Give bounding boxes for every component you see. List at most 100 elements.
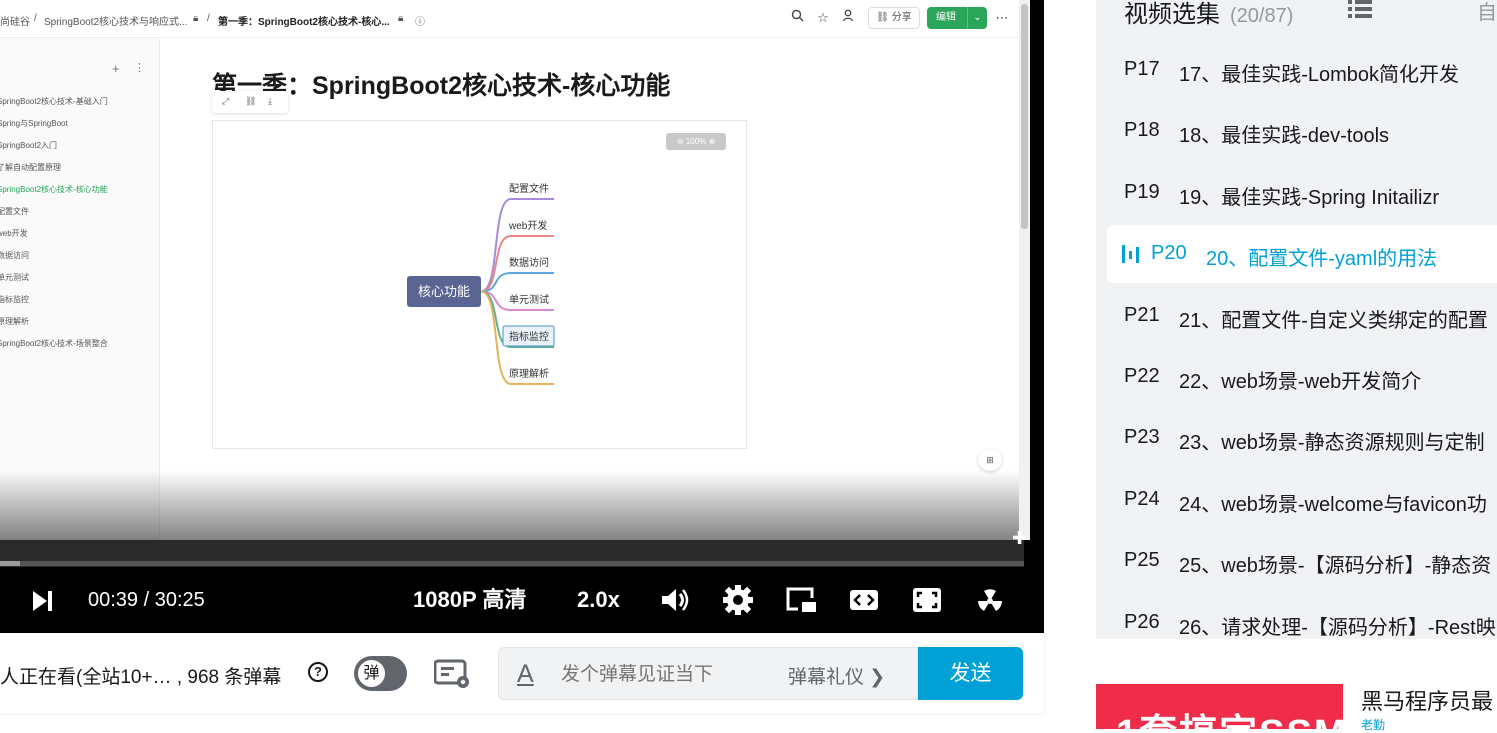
mindmap-root-label: 核心功能 <box>418 284 470 299</box>
danmaku-settings-icon[interactable] <box>434 658 472 690</box>
sidebar-item[interactable]: SpringBoot2入门 <box>0 140 57 151</box>
doc-scrollbar[interactable] <box>1019 0 1030 540</box>
sidebar-item[interactable]: SpringBoot2核心技术-基础入门 <box>0 96 108 107</box>
breadcrumb-current: 第一季：SpringBoot2核心技术-核心... <box>218 17 390 28</box>
danmaku-toggle-knob: 弹 <box>356 658 387 689</box>
sidebar-item[interactable]: SpringBoot2核心技术-核心功能 <box>0 184 108 195</box>
sidebar-item[interactable]: SpringBoot2核心技术-场景整合 <box>0 338 108 349</box>
autoplay-label[interactable]: 自 <box>1477 0 1497 25</box>
sidebar-item[interactable]: 原理解析 <box>0 316 29 327</box>
danmaku-toggle[interactable]: 弹 <box>354 656 407 691</box>
volume-icon[interactable] <box>659 584 691 616</box>
breadcrumb-separator: / <box>207 13 210 24</box>
help-icon[interactable]: ? <box>308 662 328 682</box>
control-bar: 00:39 / 30:25 1080P 高清 2.0x <box>0 567 1044 633</box>
link-icon: ⛓︎ <box>876 12 892 23</box>
mindmap-branch-label[interactable]: 数据访问 <box>509 256 549 269</box>
episode-number: P20 <box>1151 242 1187 265</box>
episode-number: P21 <box>1124 303 1160 326</box>
mindmap-branch-label[interactable]: 指标监控 <box>509 330 549 343</box>
episode-number: P25 <box>1124 549 1160 572</box>
edit-button[interactable]: 编辑 ⌄ <box>927 7 987 29</box>
time-display: 00:39 / 30:25 <box>88 567 205 633</box>
font-style-icon[interactable]: A <box>517 660 534 689</box>
list-view-icon[interactable] <box>1348 0 1372 18</box>
sidebar-item[interactable]: web开发 <box>0 228 28 239</box>
sidebar-item[interactable]: Spring与SpringBoot <box>0 118 68 129</box>
plus-icon[interactable]: + <box>112 61 120 76</box>
download-icon[interactable]: ⤓ <box>268 96 272 107</box>
episode-item[interactable]: P23 23、web场景-静态资源规则与定制 <box>1096 409 1497 467</box>
settings-gear-icon[interactable] <box>722 584 754 616</box>
episode-item[interactable]: P26 26、请求处理-【源码分析】-Rest映 <box>1096 594 1497 639</box>
quality-selector[interactable]: 1080P 高清 <box>413 567 526 633</box>
episode-item[interactable]: P21 21、配置文件-自定义类绑定的配置 <box>1096 287 1497 345</box>
recommend-title[interactable]: 黑马程序员最 <box>1361 684 1493 716</box>
episode-title: 22、web场景-web开发简介 <box>1179 371 1422 393</box>
sidebar-item[interactable]: 配置文件 <box>0 206 29 217</box>
time-separator: / <box>143 589 150 611</box>
outline-toggle-icon[interactable]: ⊞ <box>978 449 1002 471</box>
progress-bar[interactable] <box>0 561 1024 566</box>
scrollbar-thumb[interactable] <box>1021 4 1028 229</box>
episode-item[interactable]: P25 25、web场景-【源码分析】-静态资 <box>1096 532 1497 590</box>
sidebar-item[interactable]: 数据访问 <box>0 250 29 261</box>
radiation-icon[interactable] <box>974 584 1006 616</box>
episode-title: 23、web场景-静态资源规则与定制 <box>1179 432 1485 455</box>
episode-item[interactable]: P18 18、最佳实践-dev-tools <box>1096 102 1497 160</box>
mindmap-branch-line <box>480 198 554 293</box>
more-vertical-icon[interactable]: ⋮ <box>134 61 145 74</box>
expand-icon[interactable]: ⤢ <box>222 96 229 107</box>
mindmap-canvas: 核心功能 配置文件 web开发数据访问单元测试指标监控原理解析 <box>407 182 555 385</box>
chevron-right-icon: ❯ <box>869 667 886 688</box>
user-icon[interactable] <box>839 9 857 27</box>
danmaku-input-group: A 弹幕礼仪 ❯ <box>498 647 918 700</box>
episode-item[interactable]: P19 19、最佳实践-Spring Initailizr <box>1096 164 1497 222</box>
recommend-thumbnail[interactable]: 1套搞定SSM <box>1096 684 1343 729</box>
share-label: 分享 <box>891 12 912 23</box>
sidebar-item[interactable]: 指标监控 <box>0 294 29 305</box>
episode-title: 26、请求处理-【源码分析】-Rest映 <box>1179 616 1496 639</box>
fullscreen-icon[interactable] <box>911 584 943 616</box>
widescreen-icon[interactable] <box>848 584 880 616</box>
search-icon[interactable] <box>788 9 806 27</box>
share-button[interactable]: ⛓︎ 分享 <box>868 7 920 29</box>
speed-selector[interactable]: 2.0x <box>577 567 620 633</box>
mindmap-branch-label[interactable]: 配置文件 <box>509 182 549 195</box>
send-button[interactable]: 发送 <box>918 647 1023 700</box>
sidebar-item[interactable]: 单元测试 <box>0 272 29 283</box>
link-icon[interactable]: ⛓︎ <box>245 96 256 107</box>
progress-knob-icon[interactable]: ✚ <box>1012 528 1027 549</box>
mindmap-embed[interactable]: ⊖ 100% ⊕ 核心功能 配置文件 web开发 数据访问 单元测试 指标监控 原理解析 <box>212 120 747 449</box>
episode-title: 18、最佳实践-dev-tools <box>1179 125 1390 148</box>
breadcrumb-item[interactable]: SpringBoot2核心技术与响应式... <box>44 13 187 28</box>
video-player[interactable]: 尚硅谷 / SpringBoot2核心技术与响应式... 🔒︎ / 第一季：Sp… <box>0 0 1044 633</box>
episode-item[interactable]: P20 20、配置文件-yaml的用法 <box>1107 225 1497 284</box>
progress-fill <box>0 561 21 566</box>
episode-item[interactable]: P24 24、web场景-welcome与favicon功 <box>1096 471 1497 529</box>
episode-item[interactable]: P22 22、web场景-web开发简介 <box>1096 348 1497 406</box>
episode-list-title: 视频选集 <box>1124 1 1220 28</box>
mindmap-branch-label[interactable]: 单元测试 <box>509 293 549 306</box>
episode-number: P18 <box>1124 119 1160 142</box>
info-icon[interactable]: ⓘ <box>415 13 425 28</box>
lock-icon: 🔒︎ <box>193 13 199 24</box>
embed-toolbar: ⤢ ⛓︎ ⤓ <box>212 91 288 113</box>
more-icon[interactable]: ⋯ <box>993 9 1011 27</box>
danmaku-etiquette-link[interactable]: 弹幕礼仪 ❯ <box>788 662 885 689</box>
current-time: 00:39 <box>88 589 139 611</box>
episode-number: P17 <box>1124 58 1160 80</box>
episode-number: P22 <box>1124 365 1160 387</box>
episode-item[interactable]: P17 17、最佳实践-Lombok简化开发 <box>1096 41 1497 99</box>
sidebar-item[interactable]: 了解自动配置原理 <box>0 162 61 173</box>
mindmap-branch-label[interactable]: 原理解析 <box>509 367 549 380</box>
next-episode-icon[interactable] <box>30 567 54 633</box>
viewer-count: 人正在看(全站10+… , 968 条弹幕 <box>0 667 282 688</box>
chevron-down-icon[interactable]: ⌄ <box>967 7 987 29</box>
recommend-uploader[interactable]: 老勤 <box>1361 716 1385 733</box>
breadcrumb-item[interactable]: 尚硅谷 <box>0 13 30 28</box>
mindmap-branch-label[interactable]: web开发 <box>508 219 547 232</box>
picture-in-picture-icon[interactable] <box>785 584 817 616</box>
star-icon[interactable]: ☆ <box>814 9 832 27</box>
danmaku-input[interactable] <box>561 662 771 688</box>
